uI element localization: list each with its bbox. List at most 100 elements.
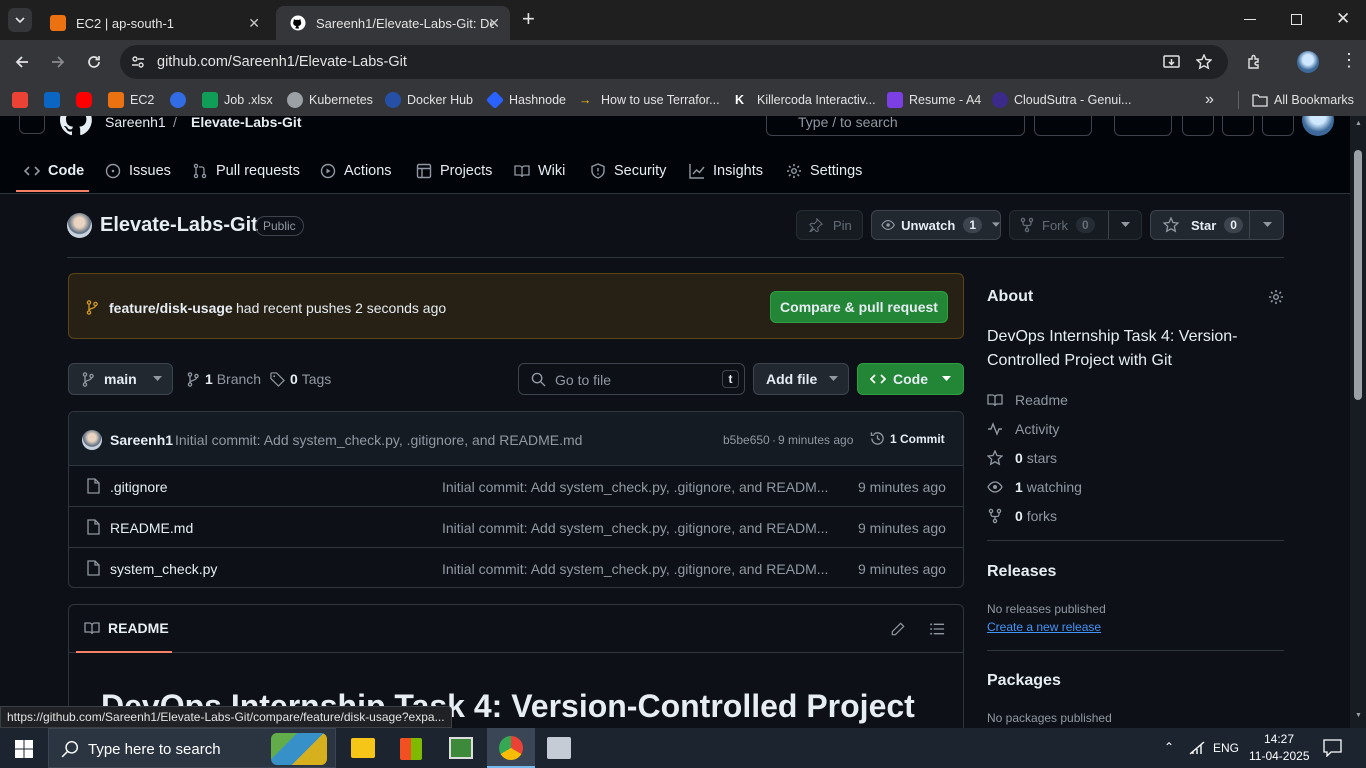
remote-desktop-icon[interactable]: [547, 737, 571, 759]
maximize-button[interactable]: [1291, 14, 1302, 25]
tab-settings[interactable]: Settings: [786, 150, 862, 192]
pull-requests-button[interactable]: [1222, 116, 1254, 136]
bookmark-cloudsutra[interactable]: CloudSutra - Genui...: [992, 84, 1131, 116]
commit-hash[interactable]: b5be650: [723, 433, 770, 447]
code-dropdown-button[interactable]: Code: [857, 363, 964, 395]
tab-pull-requests[interactable]: Pull requests: [192, 150, 300, 192]
scroll-up-arrow[interactable]: ▲: [1355, 120, 1362, 127]
chrome-taskbar-button[interactable]: [487, 728, 535, 768]
site-info-icon[interactable]: [130, 54, 146, 70]
bookmark-gmail[interactable]: [12, 84, 34, 116]
tab-insights[interactable]: Insights: [689, 150, 763, 192]
notification-icon[interactable]: [1323, 739, 1342, 757]
menu-dots-icon[interactable]: ⋮: [1340, 51, 1358, 69]
go-to-file-input[interactable]: Go to file t: [518, 363, 745, 395]
user-avatar[interactable]: [1302, 116, 1334, 136]
releases-title[interactable]: Releases: [987, 563, 1056, 581]
more-bookmarks-icon[interactable]: »: [1205, 84, 1214, 116]
commit-message[interactable]: Initial commit: Add system_check.py, .gi…: [175, 432, 582, 448]
back-arrow-icon[interactable]: [14, 54, 30, 70]
install-app-icon[interactable]: [1163, 54, 1180, 70]
file-commit-message[interactable]: Initial commit: Add system_check.py, .gi…: [442, 479, 828, 495]
taskbar-search-input[interactable]: Type here to search: [48, 728, 336, 768]
add-file-button[interactable]: Add file: [753, 363, 849, 395]
github-logo-icon[interactable]: [60, 116, 92, 136]
bookmark-ec2[interactable]: EC2: [108, 84, 154, 116]
tab-search-button[interactable]: [8, 8, 32, 32]
bookmark-docker-hub[interactable]: Docker Hub: [385, 84, 473, 116]
scroll-down-arrow[interactable]: ▼: [1355, 712, 1362, 719]
close-icon[interactable]: ✕: [488, 15, 500, 32]
packages-title[interactable]: Packages: [987, 672, 1061, 690]
bookmark-kubernetes[interactable]: Kubernetes: [287, 84, 373, 116]
fork-button[interactable]: Fork 0: [1009, 210, 1142, 240]
stars-link[interactable]: 0 stars: [987, 450, 1057, 466]
close-window-button[interactable]: ✕: [1336, 9, 1350, 29]
branch-selector[interactable]: main: [68, 363, 173, 395]
reload-icon[interactable]: [86, 54, 102, 70]
new-tab-button[interactable]: +: [522, 8, 535, 30]
owner-link[interactable]: Sareenh1: [105, 116, 166, 130]
bookmark-job-xlsx[interactable]: Job .xlsx: [202, 84, 273, 116]
inbox-button[interactable]: [1262, 116, 1294, 136]
hamburger-menu-button[interactable]: [19, 116, 45, 134]
snipping-tool-icon[interactable]: [449, 737, 473, 759]
microsoft-store-icon[interactable]: [400, 738, 422, 760]
forks-link[interactable]: 0 forks: [987, 508, 1057, 524]
file-name[interactable]: system_check.py: [110, 561, 217, 577]
address-bar[interactable]: github.com/Sareenh1/Elevate-Labs-Git: [120, 45, 1228, 79]
star-bookmark-icon[interactable]: [1196, 54, 1212, 70]
compare-pull-request-button[interactable]: Compare & pull request: [770, 291, 948, 323]
file-commit-message[interactable]: Initial commit: Add system_check.py, .gi…: [442, 520, 828, 536]
bookmark-killercoda[interactable]: K Killercoda Interactiv...: [735, 84, 876, 116]
copilot-button[interactable]: [1034, 116, 1092, 136]
forward-arrow-icon[interactable]: [50, 54, 66, 70]
tab-issues[interactable]: Issues: [105, 150, 171, 192]
extensions-icon[interactable]: [1246, 54, 1263, 71]
activity-link[interactable]: Activity: [987, 421, 1059, 437]
pin-button[interactable]: Pin: [796, 210, 863, 240]
tags-link[interactable]: 0 Tags: [270, 371, 331, 387]
bookmark-terraform[interactable]: → How to use Terrafor...: [579, 84, 720, 116]
tab-security[interactable]: Security: [590, 150, 666, 192]
file-explorer-icon[interactable]: [351, 738, 375, 758]
create-release-link[interactable]: Create a new release: [987, 620, 1101, 634]
bookmark-kubernetes-icon-only[interactable]: [170, 84, 192, 116]
readme-tab[interactable]: README: [84, 620, 169, 636]
watching-link[interactable]: 1 watching: [987, 479, 1082, 495]
outline-list-icon[interactable]: [930, 622, 945, 636]
browser-tab-ec2[interactable]: EC2 | ap-south-1 ✕: [36, 6, 270, 40]
branches-link[interactable]: 1 Branch: [187, 371, 261, 387]
commit-author[interactable]: Sareenh1: [110, 432, 173, 448]
clock-date[interactable]: 11-04-2025: [1249, 749, 1310, 763]
tab-projects[interactable]: Projects: [416, 150, 492, 192]
browser-tab-github[interactable]: Sareenh1/Elevate-Labs-Git: Dev ✕: [276, 6, 510, 40]
edit-pencil-icon[interactable]: [891, 622, 905, 636]
clock-time[interactable]: 14:27: [1264, 732, 1294, 746]
page-scrollbar[interactable]: ▲ ▼: [1350, 116, 1366, 728]
bookmark-hashnode[interactable]: Hashnode: [485, 84, 566, 116]
unwatch-button[interactable]: Unwatch 1: [871, 210, 1001, 240]
file-name[interactable]: README.md: [110, 520, 193, 536]
bookmark-linkedin[interactable]: [44, 84, 66, 116]
language-indicator[interactable]: ENG: [1213, 741, 1239, 755]
file-name[interactable]: .gitignore: [110, 479, 168, 495]
tab-wiki[interactable]: Wiki: [514, 150, 565, 192]
file-commit-message[interactable]: Initial commit: Add system_check.py, .gi…: [442, 561, 828, 577]
create-new-button[interactable]: [1114, 116, 1172, 136]
global-search-input[interactable]: Type / to search: [766, 116, 1025, 136]
repo-title[interactable]: Elevate-Labs-Git: [100, 214, 258, 237]
file-row[interactable]: system_check.py Initial commit: Add syst…: [69, 547, 963, 587]
profile-avatar[interactable]: [1297, 51, 1319, 73]
minimize-button[interactable]: [1244, 19, 1256, 20]
scrollbar-thumb[interactable]: [1354, 150, 1362, 400]
tab-actions[interactable]: Actions: [320, 150, 392, 192]
repo-link[interactable]: Elevate-Labs-Git: [191, 116, 301, 130]
issues-button[interactable]: [1182, 116, 1214, 136]
close-icon[interactable]: ✕: [248, 15, 260, 32]
star-button[interactable]: Star 0: [1150, 210, 1284, 240]
network-icon[interactable]: [1189, 741, 1205, 755]
file-row[interactable]: .gitignore Initial commit: Add system_ch…: [69, 465, 963, 506]
pushed-branch-name[interactable]: feature/disk-usage: [109, 300, 233, 316]
all-bookmarks-button[interactable]: All Bookmarks: [1252, 84, 1354, 116]
